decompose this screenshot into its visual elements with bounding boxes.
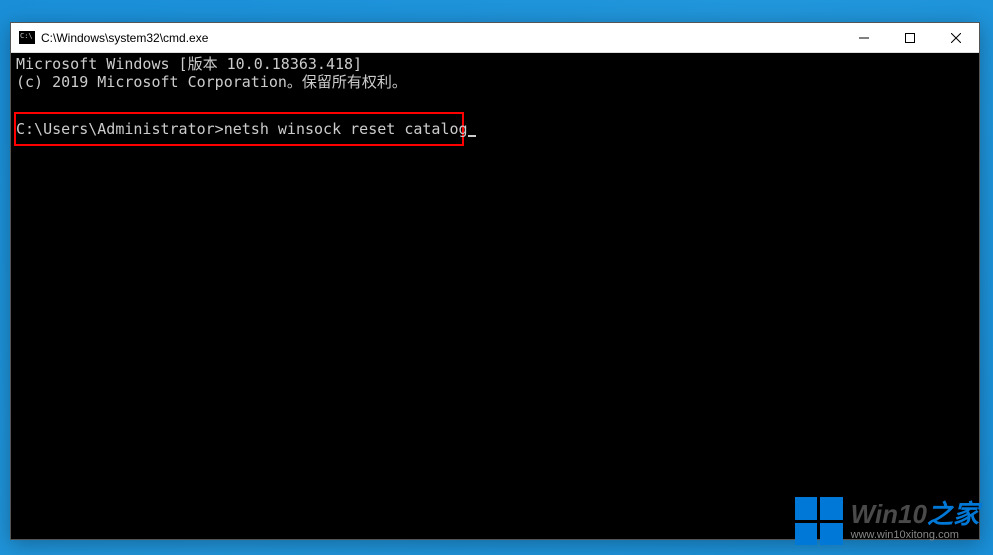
terminal-cursor: [468, 135, 476, 137]
window-title: C:\Windows\system32\cmd.exe: [41, 31, 841, 45]
maximize-button[interactable]: [887, 23, 933, 52]
terminal-prompt-line: C:\Users\Administrator>netsh winsock res…: [16, 120, 476, 138]
watermark-text: Win10之家 www.win10xitong.com: [851, 501, 979, 541]
close-button[interactable]: [933, 23, 979, 52]
terminal-command: netsh winsock reset catalog: [224, 120, 468, 138]
titlebar[interactable]: C:\Windows\system32\cmd.exe: [11, 23, 979, 53]
cmd-icon: [19, 31, 35, 44]
minimize-button[interactable]: [841, 23, 887, 52]
terminal-line-copyright: (c) 2019 Microsoft Corporation。保留所有权利。: [16, 73, 974, 91]
watermark: Win10之家 www.win10xitong.com: [795, 497, 979, 545]
terminal-line-version: Microsoft Windows [版本 10.0.18363.418]: [16, 55, 974, 73]
cmd-window: C:\Windows\system32\cmd.exe Microsoft Wi…: [10, 22, 980, 540]
terminal-prompt: C:\Users\Administrator>: [16, 120, 224, 138]
terminal-content[interactable]: Microsoft Windows [版本 10.0.18363.418] (c…: [11, 53, 979, 539]
windows-logo-icon: [795, 497, 843, 545]
window-controls: [841, 23, 979, 52]
watermark-url: www.win10xitong.com: [851, 529, 979, 541]
watermark-title: Win10之家: [851, 501, 979, 527]
